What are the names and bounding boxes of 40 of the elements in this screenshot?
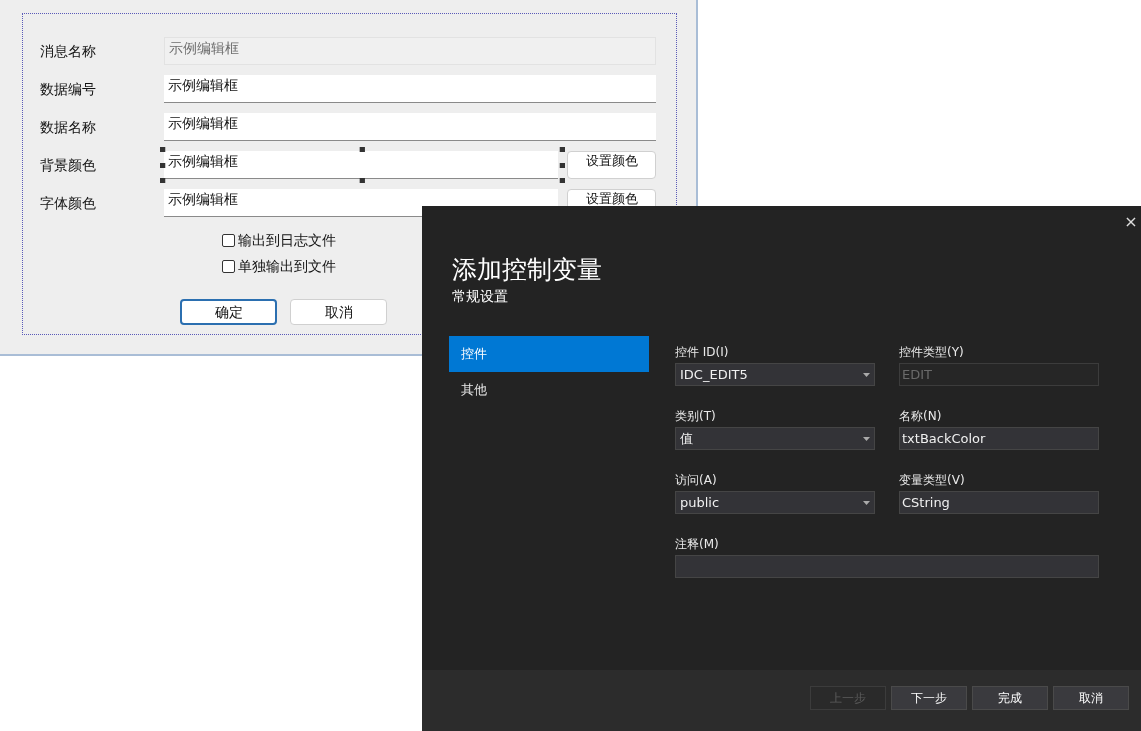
input-field[interactable]: 示例编辑框: [164, 75, 656, 103]
field-label: 消息名称: [40, 42, 97, 61]
dropdown[interactable]: public: [675, 491, 875, 514]
field-label: 背景颜色: [40, 156, 97, 175]
dialog-button[interactable]: 取消: [290, 299, 387, 325]
dropdown-arrow-icon: [863, 372, 870, 377]
nav-item[interactable]: 控件: [449, 336, 649, 372]
wizard-button[interactable]: 完成: [972, 686, 1048, 710]
dropdown[interactable]: IDC_EDIT5: [675, 363, 875, 386]
field-label: 数据名称: [40, 118, 97, 137]
checkbox-label: 输出到日志文件: [238, 230, 336, 250]
close-button[interactable]: ×: [1123, 212, 1139, 232]
field-label: 注释(M): [675, 536, 720, 553]
checkbox[interactable]: [222, 259, 235, 273]
dropdown-arrow-icon: [863, 436, 870, 441]
input-field[interactable]: CString: [899, 491, 1099, 514]
dialog-title: 添加控制变量: [452, 254, 603, 286]
dropdown-arrow-icon: [863, 500, 870, 505]
field-label: 类别(T): [675, 408, 717, 425]
field-label: 变量类型(V): [899, 472, 966, 489]
input-field[interactable]: txtBackColor: [899, 427, 1099, 450]
dialog-button[interactable]: 确定: [180, 299, 277, 325]
field-label: 字体颜色: [40, 194, 97, 213]
field-label: 访问(A): [675, 472, 718, 489]
input-field[interactable]: [675, 555, 1099, 578]
nav-item[interactable]: 其他: [449, 372, 649, 408]
dialog-subtitle: 常规设置: [452, 287, 509, 306]
set-color-button[interactable]: 设置颜色: [567, 151, 656, 179]
field-label: 控件 ID(I): [675, 344, 730, 361]
checkbox[interactable]: [222, 233, 235, 247]
input-field[interactable]: 示例编辑框: [164, 113, 656, 141]
checkbox-label: 单独输出到文件: [238, 256, 336, 276]
wizard-button[interactable]: 取消: [1053, 686, 1129, 710]
input-field[interactable]: 示例编辑框: [164, 151, 558, 179]
selection-handles-drawing[interactable]: [160, 147, 565, 183]
field-label: 名称(N): [899, 408, 943, 425]
field-label: 控件类型(Y): [899, 344, 965, 361]
field-label: 数据编号: [40, 80, 97, 99]
wizard-button[interactable]: 下一步: [891, 686, 967, 710]
dropdown[interactable]: 值: [675, 427, 875, 450]
